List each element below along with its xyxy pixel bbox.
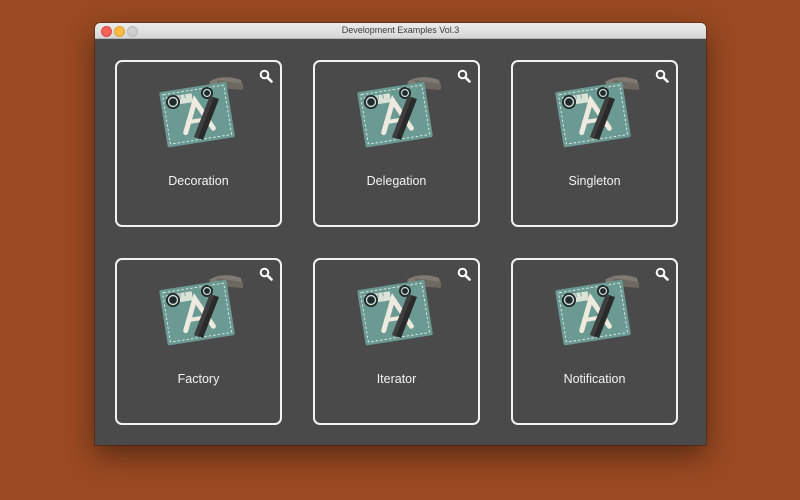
example-card-notification[interactable]: Notification	[511, 258, 678, 425]
card-label: Factory	[177, 372, 220, 386]
window-title: Development Examples Vol.3	[341, 25, 460, 35]
card-label: Delegation	[366, 174, 427, 188]
app-window: Development Examples Vol.3 Decoration De…	[95, 23, 706, 445]
examples-grid: Decoration Delegation Singleton Factory …	[95, 39, 706, 445]
card-label: Decoration	[168, 174, 229, 188]
example-card-singleton[interactable]: Singleton	[511, 60, 678, 227]
example-card-decoration[interactable]: Decoration	[115, 60, 282, 227]
title-bar: Development Examples Vol.3	[95, 23, 706, 39]
xcode-icon	[157, 76, 247, 148]
xcode-icon	[355, 274, 445, 346]
xcode-icon	[553, 76, 643, 148]
xcode-icon	[355, 76, 445, 148]
search-icon[interactable]	[655, 267, 669, 281]
search-icon[interactable]	[259, 69, 273, 83]
search-icon[interactable]	[655, 69, 669, 83]
example-card-factory[interactable]: Factory	[115, 258, 282, 425]
example-card-iterator[interactable]: Iterator	[313, 258, 480, 425]
xcode-icon	[553, 274, 643, 346]
card-label: Singleton	[568, 174, 621, 188]
card-label: Iterator	[376, 372, 417, 386]
card-label: Notification	[563, 372, 626, 386]
example-card-delegation[interactable]: Delegation	[313, 60, 480, 227]
search-icon[interactable]	[457, 69, 471, 83]
search-icon[interactable]	[259, 267, 273, 281]
xcode-icon	[157, 274, 247, 346]
search-icon[interactable]	[457, 267, 471, 281]
